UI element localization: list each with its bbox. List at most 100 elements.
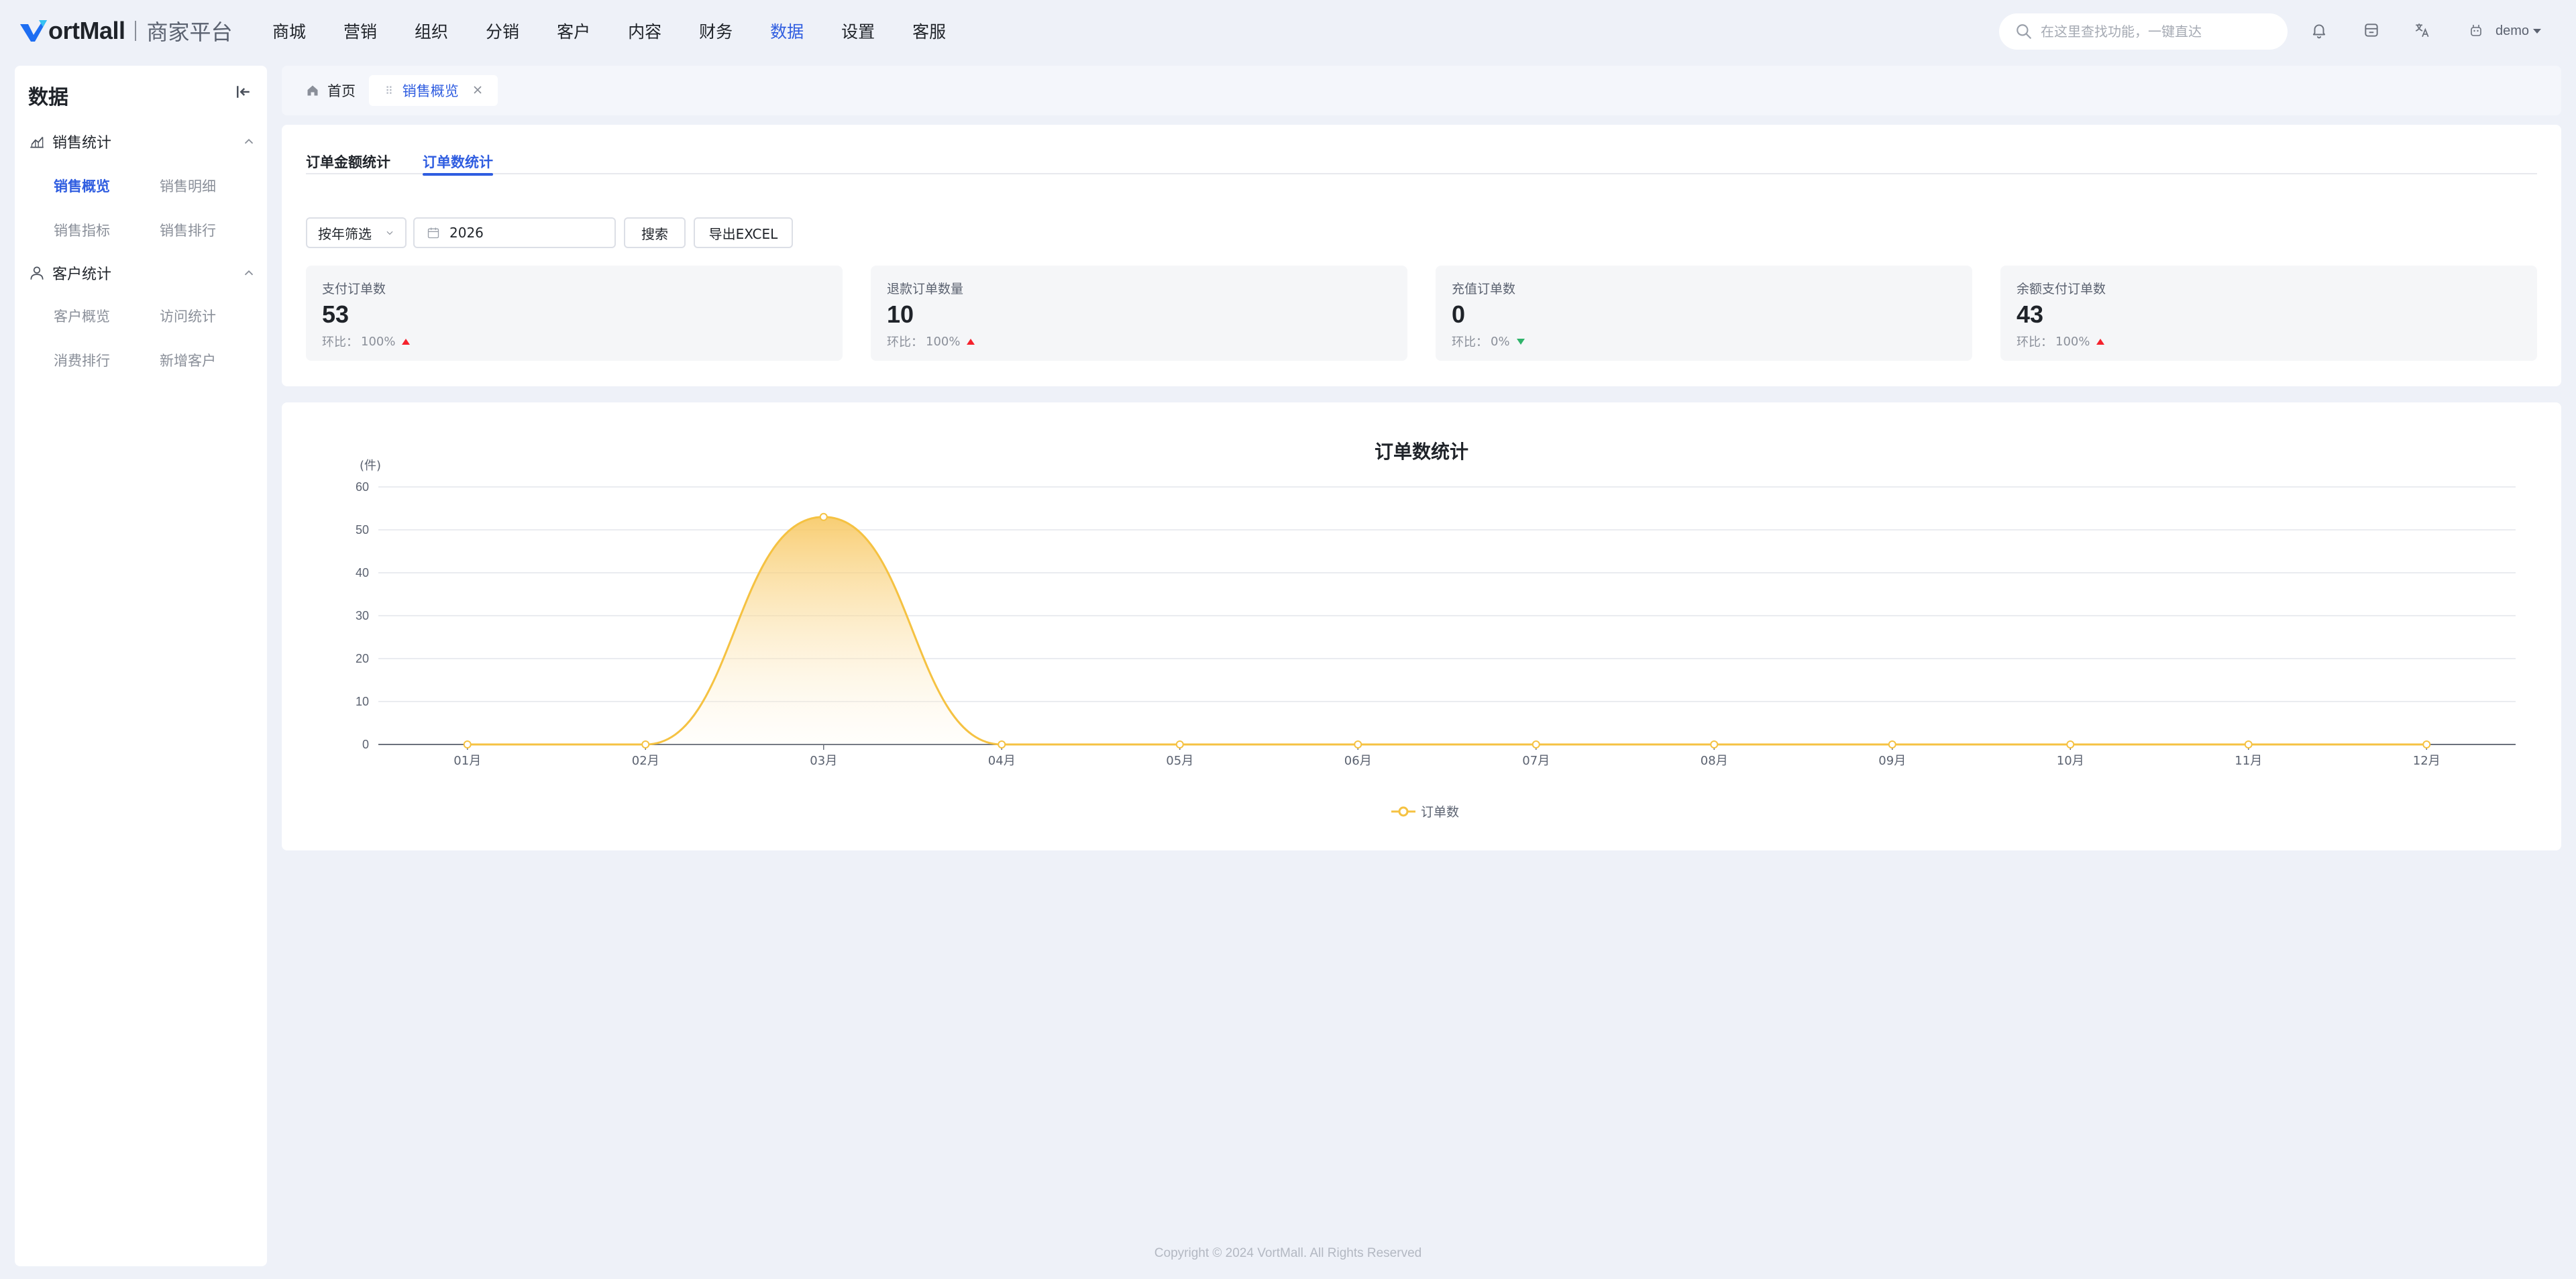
tab-sales-overview[interactable]: ⠿ 销售概览	[369, 75, 498, 106]
global-search[interactable]	[1999, 13, 2288, 50]
filter-mode-value: 按年筛选	[318, 225, 372, 242]
nav-item-marketing[interactable]: 营销	[343, 19, 377, 43]
data-point	[1354, 740, 1362, 748]
tab-label: 首页	[327, 83, 356, 99]
data-point	[463, 740, 472, 748]
stat-label: 支付订单数	[322, 282, 386, 296]
drag-handle-icon[interactable]: ⠿	[385, 85, 393, 97]
user-menu[interactable]: demo	[2466, 19, 2542, 43]
store-icon[interactable]	[2361, 20, 2381, 40]
comparison-label: 环比：	[887, 335, 923, 349]
x-tick-label: 12月	[2413, 754, 2440, 768]
stats-subtabs: 订单金额统计 订单数统计	[306, 152, 2537, 176]
stat-label: 退款订单数量	[887, 282, 964, 296]
stat-card-balance-orders: 余额支付订单数 43 环比： 100%	[2000, 266, 2537, 361]
sidebar-item-sales-ranking[interactable]: 销售排行	[160, 220, 216, 240]
stat-value: 43	[2017, 300, 2044, 328]
data-point	[819, 512, 828, 521]
chevron-up-icon	[244, 270, 254, 276]
sidebar-item-new-customers[interactable]: 新增客户	[160, 350, 216, 370]
sidebar-item-sales-indicator[interactable]: 销售指标	[54, 220, 110, 240]
chart-legend[interactable]: 订单数	[1390, 802, 1459, 820]
x-tick-label: 08月	[1701, 754, 1728, 768]
search-input[interactable]	[2041, 23, 2269, 40]
export-excel-button[interactable]: 导出EXCEL	[694, 217, 793, 248]
nav-item-data[interactable]: 数据	[770, 19, 804, 43]
nav-item-organization[interactable]: 组织	[415, 19, 448, 43]
stat-comparison: 环比： 100%	[2017, 333, 2105, 350]
tab-order-count[interactable]: 订单数统计	[423, 152, 493, 176]
stats-card: 订单金额统计 订单数统计 按年筛选 2026 搜索 导出EXCEL 支付订单数 …	[282, 125, 2561, 386]
stat-value: 53	[322, 300, 350, 328]
year-picker[interactable]: 2026	[413, 217, 616, 248]
avatar	[2467, 21, 2485, 40]
sidebar-item-visit-stats[interactable]: 访问统计	[160, 306, 216, 326]
sidebar-group-label: 客户统计	[52, 266, 112, 283]
data-point	[998, 740, 1006, 748]
stat-label: 充值订单数	[1452, 282, 1516, 296]
order-count-chart: (件) 0 10 20 30 40 50 60 01月 02月 03月 04月 05月 06月 07月 08月…	[356, 459, 2516, 768]
sidebar-title: 数据	[28, 86, 68, 109]
home-icon	[307, 85, 318, 96]
sidebar-item-customer-overview[interactable]: 客户概览	[54, 306, 110, 326]
series-area-fill	[467, 516, 2427, 744]
nav-item-settings[interactable]: 设置	[841, 19, 875, 43]
sidebar-group-sales[interactable]: 销售统计	[28, 130, 256, 153]
nav-item-distribution[interactable]: 分销	[486, 19, 519, 43]
trend-up-icon	[402, 338, 411, 345]
x-tick-label: 04月	[988, 754, 1016, 768]
stat-comparison: 环比： 0%	[1452, 333, 1525, 350]
collapse-sidebar-icon[interactable]	[233, 82, 254, 102]
nav-item-finance[interactable]: 财务	[699, 19, 733, 43]
tab-home[interactable]: 首页	[288, 75, 369, 106]
stat-card-paid-orders: 支付订单数 53 环比： 100%	[306, 266, 843, 361]
chevron-down-icon	[2533, 28, 2542, 34]
y-tick-label: 50	[356, 523, 369, 537]
stat-comparison: 环比： 100%	[322, 333, 411, 350]
filter-mode-select[interactable]: 按年筛选	[306, 217, 407, 248]
data-point	[2066, 740, 2075, 748]
trend-down-icon	[1516, 338, 1525, 345]
y-tick-label: 60	[356, 480, 369, 494]
x-tick-label: 03月	[810, 754, 837, 768]
tab-order-amount[interactable]: 订单金额统计	[306, 152, 390, 172]
search-button[interactable]: 搜索	[624, 217, 686, 248]
vortmall-logo-icon	[20, 20, 47, 42]
legend-series-marker	[1391, 806, 1415, 816]
comparison-value: 100%	[361, 334, 396, 349]
data-point	[1888, 740, 1896, 748]
logo[interactable]: ortMall 商家平台	[19, 17, 233, 45]
notification-bell-icon[interactable]	[2309, 20, 2329, 40]
search-icon	[2017, 24, 2031, 39]
data-point	[1532, 740, 1540, 748]
x-tick-label: 05月	[1166, 754, 1193, 768]
nav-item-customers[interactable]: 客户	[557, 19, 590, 43]
close-icon[interactable]	[471, 83, 484, 97]
user-icon	[30, 266, 44, 280]
comparison-label: 环比：	[322, 335, 358, 349]
comparison-label: 环比：	[2017, 335, 2053, 349]
nav-item-content[interactable]: 内容	[628, 19, 661, 43]
sidebar-item-sales-overview[interactable]: 销售概览	[54, 176, 110, 196]
y-tick-label: 40	[356, 566, 369, 579]
page-tab-strip: 首页 ⠿ 销售概览	[282, 66, 2561, 115]
top-bar: ortMall 商家平台 商城 营销 组织 分销 客户 内容 财务 数据 设置 …	[0, 0, 2576, 62]
platform-subtitle: 商家平台	[146, 19, 233, 45]
comparison-value: 0%	[1491, 334, 1510, 349]
data-point	[2422, 740, 2431, 748]
y-tick-label: 10	[356, 695, 369, 708]
y-tick-label: 20	[356, 652, 369, 665]
translate-icon[interactable]	[2412, 20, 2432, 40]
sidebar: 数据 销售统计 销售概览 销售明细 销售指标 销售排行 客户统计 客户概览 访问…	[15, 66, 267, 1266]
chevron-down-icon	[386, 231, 393, 235]
stat-card-refund-orders: 退款订单数量 10 环比： 100%	[871, 266, 1407, 361]
sidebar-item-sales-detail[interactable]: 销售明细	[160, 176, 216, 196]
nav-item-service[interactable]: 客服	[912, 19, 946, 43]
nav-item-mall[interactable]: 商城	[272, 19, 306, 43]
stat-label: 余额支付订单数	[2017, 282, 2106, 296]
data-point	[1710, 740, 1719, 748]
username: demo	[2496, 23, 2530, 38]
sidebar-group-customers[interactable]: 客户统计	[28, 262, 256, 284]
sidebar-item-spending-ranking[interactable]: 消费排行	[54, 350, 110, 370]
logo-divider	[134, 21, 136, 41]
